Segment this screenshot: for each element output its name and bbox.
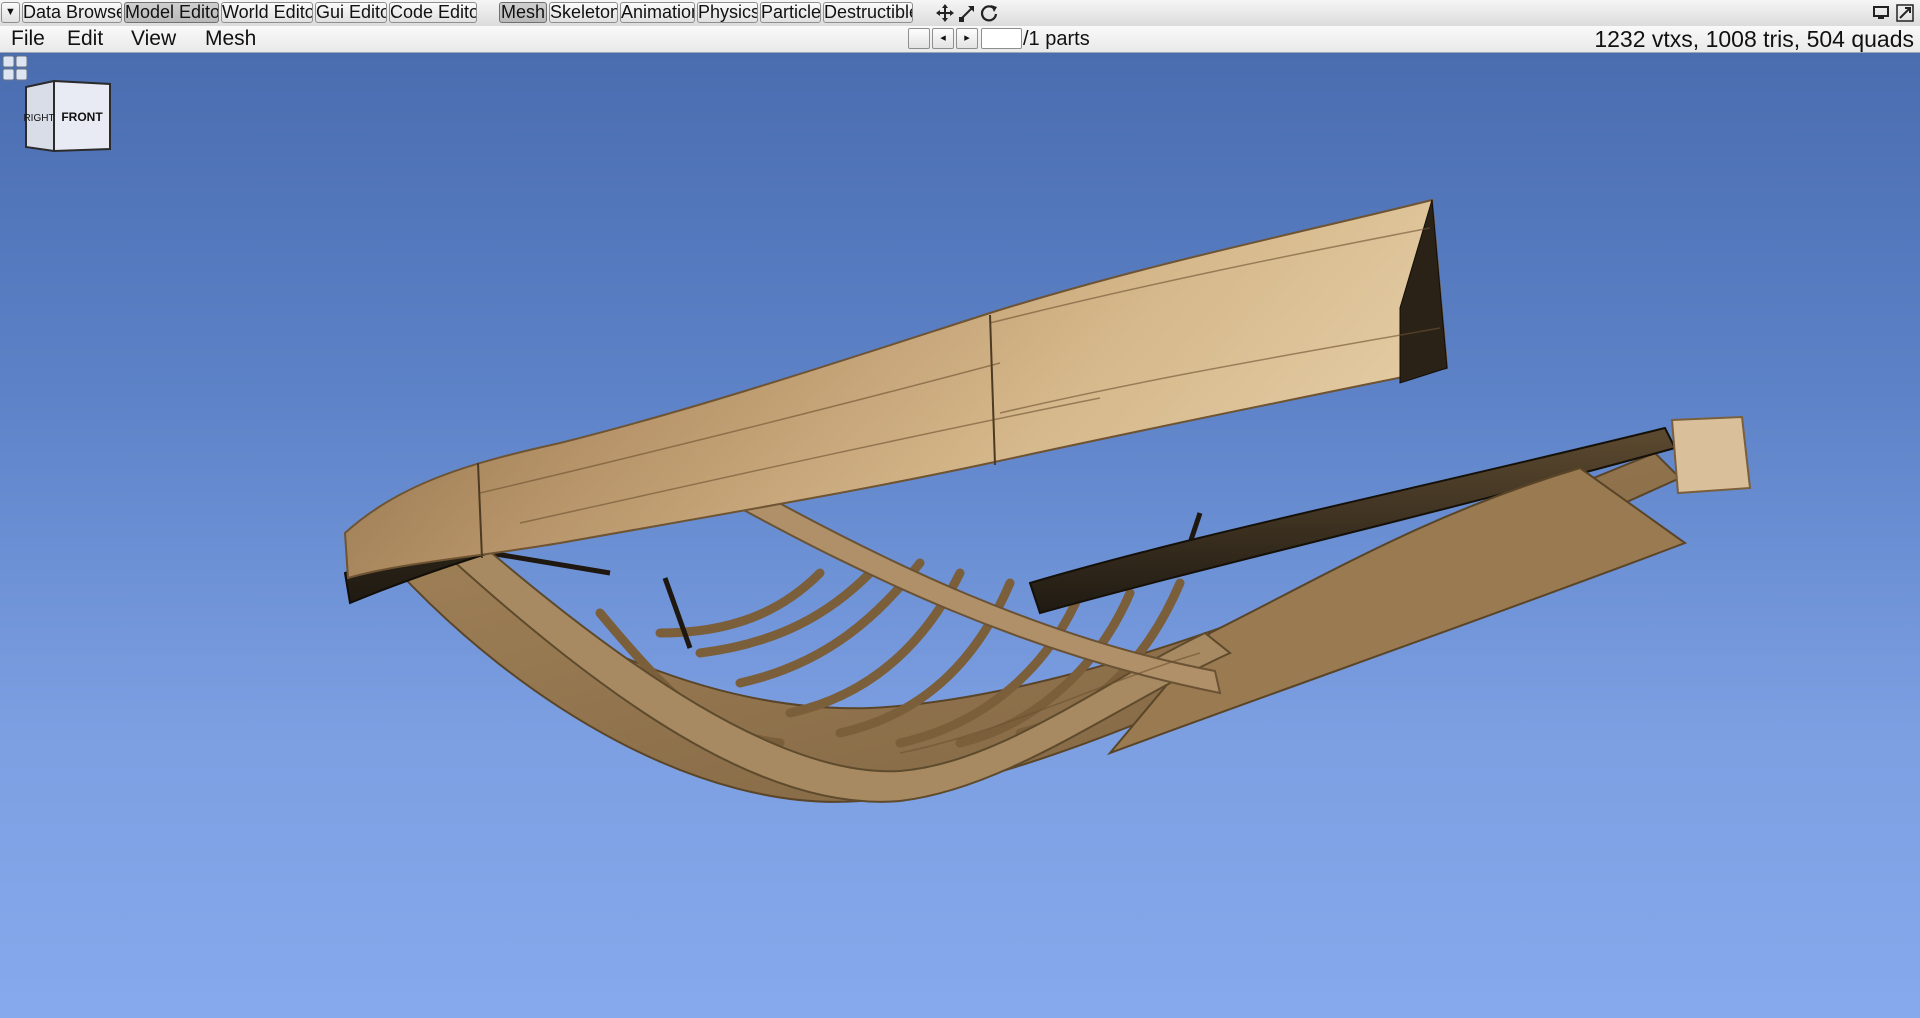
menu-bar: File Edit View Mesh ◂ ▸ /1 parts 1232 vt… [0, 26, 1920, 53]
monitor-icon[interactable] [1870, 2, 1892, 24]
next-part-button[interactable]: ▸ [956, 28, 978, 49]
part-select-box[interactable] [908, 28, 930, 49]
part-number-input[interactable] [981, 28, 1022, 49]
menu-mesh[interactable]: Mesh [205, 27, 256, 51]
mode-tab-skeleton[interactable]: Skeleton [549, 2, 618, 23]
tab-world-editor[interactable]: World Editor [221, 2, 313, 23]
boat-model [343, 198, 1752, 803]
top-toolbar: ▼ Data Browser Model Editor World Editor… [0, 0, 1920, 27]
view-cube-front-face: FRONT [61, 110, 103, 124]
mode-tab-particle[interactable]: Particle [760, 2, 821, 23]
fullscreen-icon[interactable] [1894, 2, 1916, 24]
mode-tab-destructible[interactable]: Destructible [823, 2, 913, 23]
mode-tab-physics[interactable]: Physics [697, 2, 758, 23]
tab-data-browser[interactable]: Data Browser [22, 2, 122, 23]
menu-file[interactable]: File [11, 27, 45, 51]
editor-dropdown-button[interactable]: ▼ [1, 2, 20, 23]
view-cube[interactable]: RIGHT FRONT [23, 79, 114, 155]
scale-icon[interactable] [956, 2, 978, 24]
tab-model-editor[interactable]: Model Editor [124, 2, 219, 23]
prev-part-button[interactable]: ◂ [932, 28, 954, 49]
tab-code-editor[interactable]: Code Editor [389, 2, 477, 23]
3d-viewport[interactable]: RIGHT FRONT [0, 53, 1920, 1018]
menu-view[interactable]: View [131, 27, 176, 51]
stern-block [1670, 415, 1752, 495]
rotate-icon[interactable] [978, 2, 1000, 24]
move-icon[interactable] [934, 2, 956, 24]
mode-tab-mesh[interactable]: Mesh [499, 2, 547, 23]
menu-edit[interactable]: Edit [67, 27, 103, 51]
mesh-stats: 1232 vtxs, 1008 tris, 504 quads [1594, 26, 1914, 52]
view-cube-right-face: RIGHT [24, 113, 55, 124]
parts-count-label: /1 parts [1023, 28, 1090, 50]
mode-tab-animation[interactable]: Animation [620, 2, 695, 23]
tab-gui-editor[interactable]: Gui Editor [315, 2, 387, 23]
diagonal-brace [737, 496, 1222, 695]
viewport-layout-icon[interactable] [1, 54, 29, 82]
